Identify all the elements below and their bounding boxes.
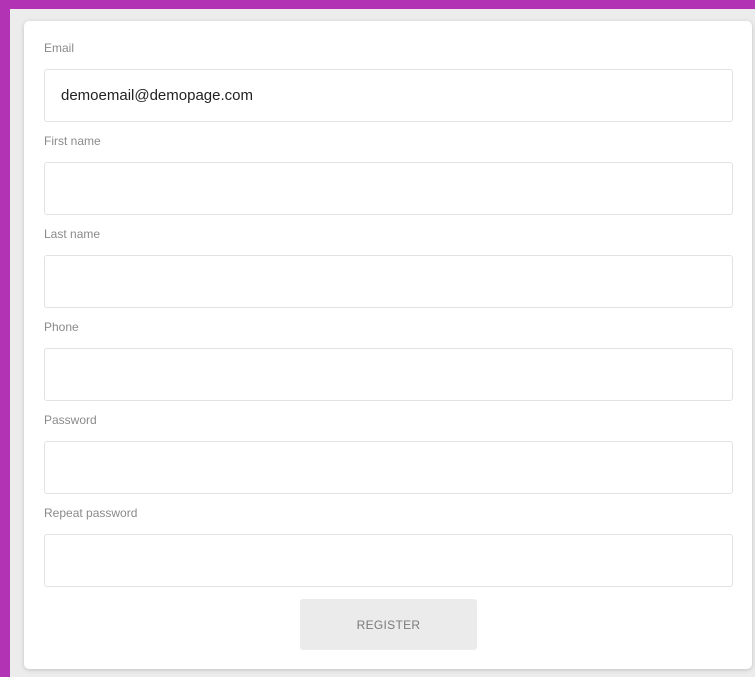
password-field-group: Password <box>44 413 733 494</box>
highlight-frame-top <box>0 0 755 9</box>
register-button[interactable]: REGISTER <box>300 599 477 650</box>
last-name-input[interactable] <box>44 255 733 308</box>
first-name-label: First name <box>44 134 101 148</box>
email-input[interactable] <box>44 69 733 122</box>
repeat-password-field-group: Repeat password <box>44 506 733 587</box>
highlight-frame-left <box>0 0 10 677</box>
email-field-group: Email <box>44 41 733 122</box>
repeat-password-input[interactable] <box>44 534 733 587</box>
first-name-input[interactable] <box>44 162 733 215</box>
first-name-field-group: First name <box>44 134 733 215</box>
phone-label: Phone <box>44 320 79 334</box>
email-label: Email <box>44 41 75 55</box>
repeat-password-label: Repeat password <box>44 506 138 520</box>
last-name-label: Last name <box>44 227 101 241</box>
phone-field-group: Phone <box>44 320 733 401</box>
last-name-field-group: Last name <box>44 227 733 308</box>
registration-form: Email First name Last name Phone Passwor… <box>24 21 752 669</box>
password-label: Password <box>44 413 97 427</box>
phone-input[interactable] <box>44 348 733 401</box>
password-input[interactable] <box>44 441 733 494</box>
